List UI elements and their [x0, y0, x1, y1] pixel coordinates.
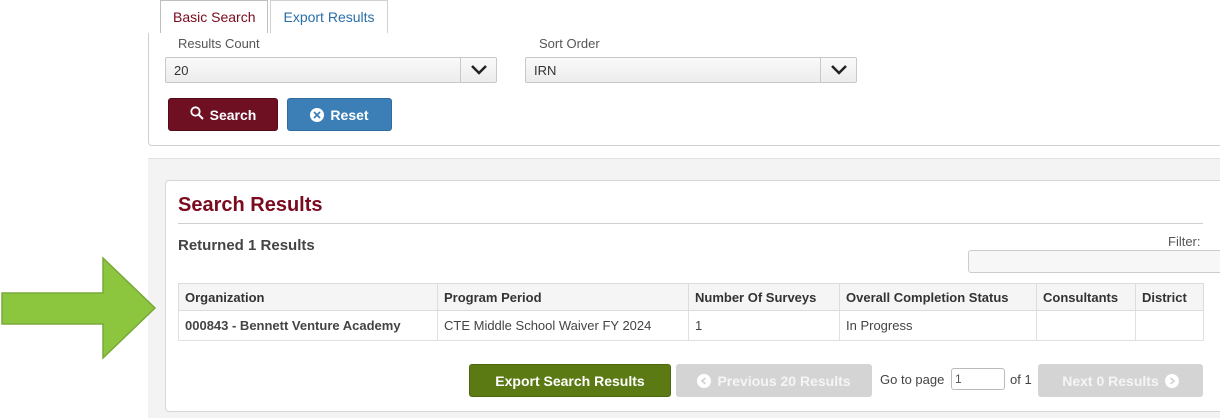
results-count-label: Results Count	[178, 36, 260, 51]
chevron-down-icon	[460, 58, 496, 82]
sort-order-value: IRN	[534, 63, 557, 78]
consultants-cell	[1036, 310, 1136, 341]
column-header-program-period[interactable]: Program Period	[437, 283, 689, 311]
search-button[interactable]: Search	[168, 98, 278, 131]
arrow-right-icon	[1, 256, 157, 360]
page-number-input[interactable]: 1	[951, 368, 1005, 390]
sort-order-label: Sort Order	[539, 36, 600, 51]
results-title: Search Results	[178, 194, 323, 216]
tab-basic-search[interactable]: Basic Search	[160, 0, 269, 34]
column-header-organization[interactable]: Organization	[178, 283, 438, 311]
search-tabs: Basic Search Export Results	[160, 0, 388, 34]
search-icon	[190, 106, 204, 123]
page-count-label: of 1	[1010, 372, 1032, 387]
organization-link[interactable]: 000843 - Bennett Venture Academy	[178, 310, 438, 341]
results-divider	[178, 223, 1203, 224]
column-header-number-of-surveys[interactable]: Number Of Surveys	[688, 283, 840, 311]
filter-label: Filter:	[1168, 234, 1201, 249]
previous-results-button[interactable]: Previous 20 Results	[676, 364, 872, 397]
results-count-value: 20	[174, 63, 189, 78]
results-count-select[interactable]: 20	[165, 57, 497, 83]
tab-export-results[interactable]: Export Results	[270, 0, 388, 34]
column-header-consultants[interactable]: Consultants	[1036, 283, 1136, 311]
column-header-completion-status[interactable]: Overall Completion Status	[839, 283, 1037, 311]
reset-button-label: Reset	[330, 106, 369, 123]
next-results-button[interactable]: Next 0 Results	[1038, 364, 1203, 397]
chevron-down-icon	[820, 58, 856, 82]
sort-order-select[interactable]: IRN	[525, 57, 857, 83]
program-period-cell: CTE Middle School Waiver FY 2024	[437, 310, 689, 341]
arrow-right-circle-icon	[1164, 373, 1179, 388]
filter-input[interactable]	[968, 250, 1220, 273]
table-row: 000843 - Bennett Venture Academy CTE Mid…	[178, 310, 1204, 341]
next-results-label: Next 0 Results	[1062, 372, 1159, 389]
table-header-row: Organization Program Period Number Of Su…	[178, 283, 1204, 311]
export-search-results-button[interactable]: Export Search Results	[469, 364, 671, 397]
district-cell	[1135, 310, 1204, 341]
close-circle-icon	[310, 107, 325, 122]
results-count-text: Returned 1 Results	[178, 237, 315, 254]
status-cell: In Progress	[839, 310, 1037, 341]
results-table: Organization Program Period Number Of Su…	[178, 283, 1204, 341]
search-button-label: Search	[209, 106, 257, 123]
reset-button[interactable]: Reset	[287, 98, 392, 131]
column-header-district[interactable]: District	[1135, 283, 1204, 311]
surveys-cell: 1	[688, 310, 840, 341]
previous-results-label: Previous 20 Results	[717, 372, 851, 389]
goto-page-label: Go to page	[880, 372, 945, 387]
arrow-left-circle-icon	[697, 373, 712, 388]
